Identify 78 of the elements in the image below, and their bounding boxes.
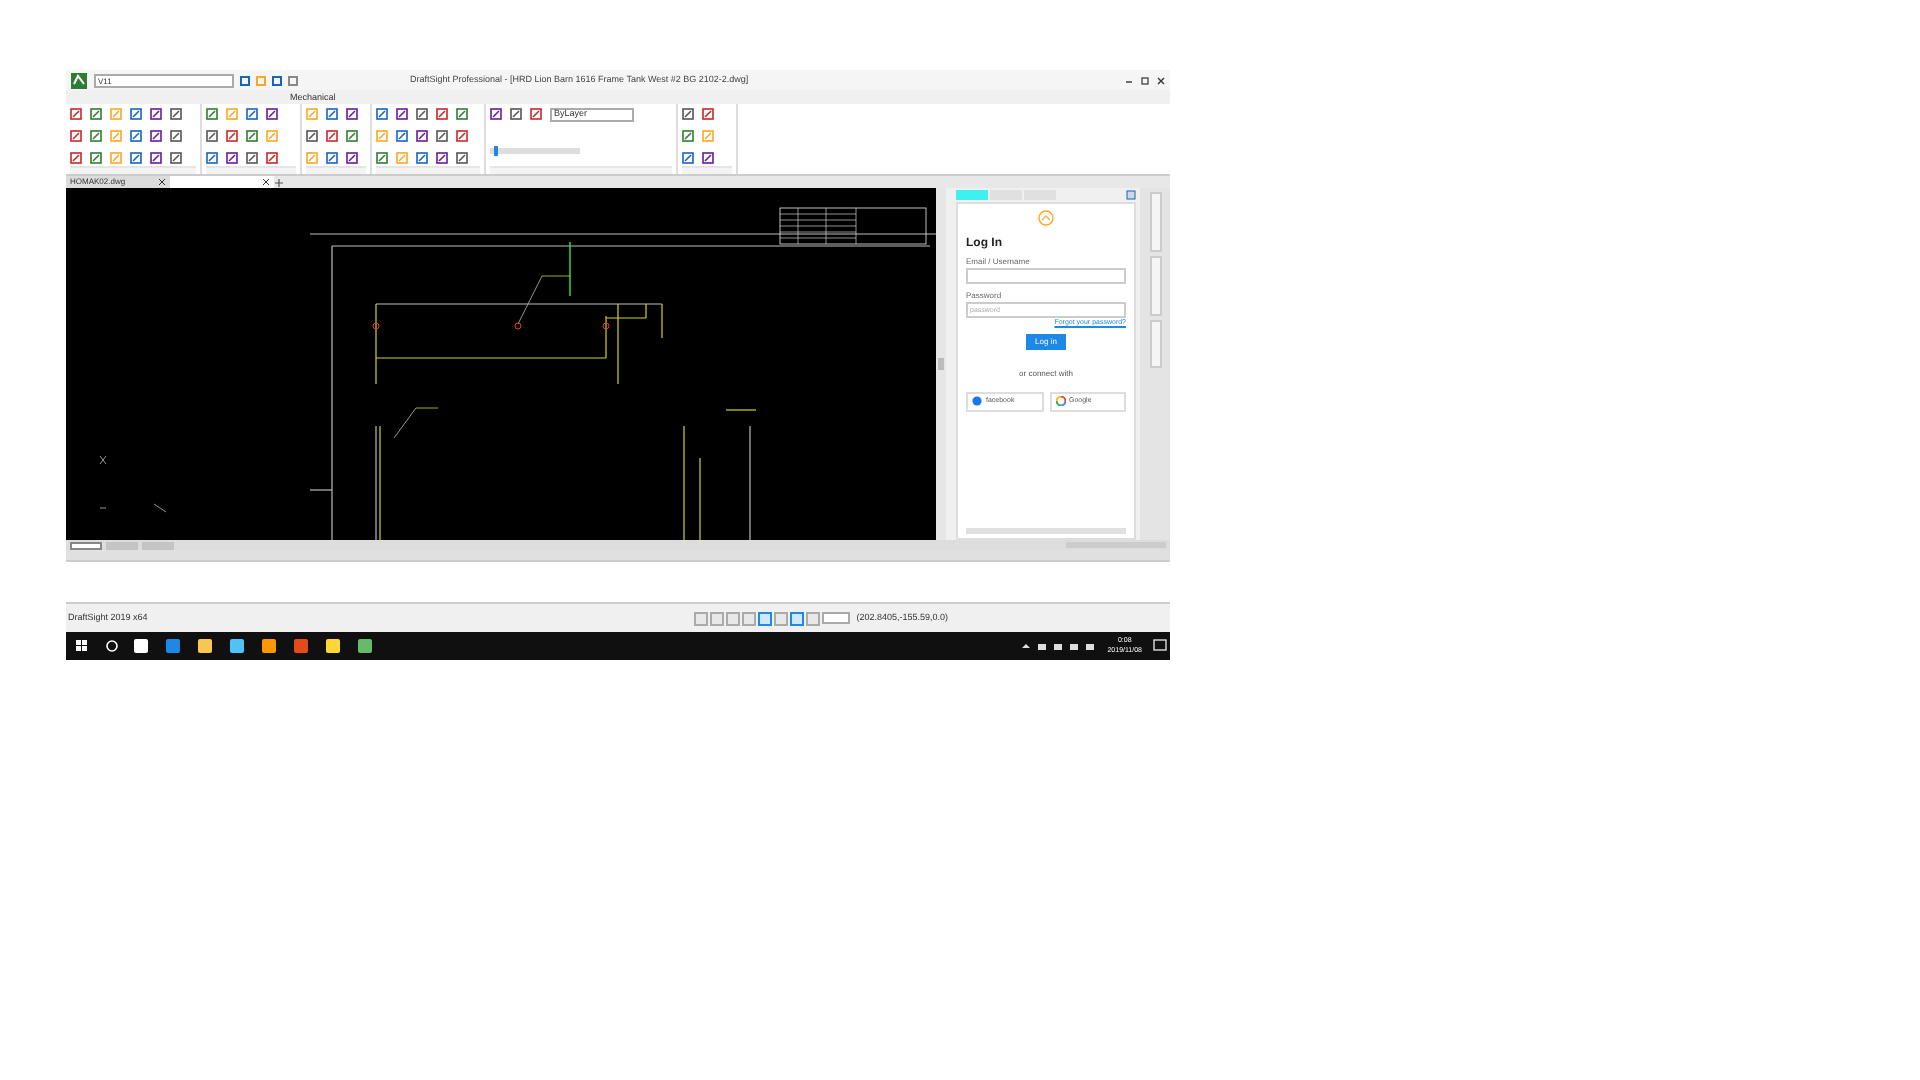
notification-icon[interactable] [1150, 636, 1170, 656]
tool-icon[interactable] [326, 130, 338, 142]
add-tab-icon[interactable] [274, 178, 284, 188]
status-toggle-button[interactable] [806, 611, 821, 625]
close-icon[interactable] [158, 178, 166, 186]
tool-icon[interactable] [206, 130, 218, 142]
app-logo-icon[interactable] [70, 71, 88, 89]
tool-icon[interactable] [396, 108, 408, 120]
tool-icon[interactable] [346, 152, 358, 164]
tool-icon[interactable] [266, 108, 278, 120]
tool-icon[interactable] [436, 152, 448, 164]
maximize-icon[interactable] [1140, 75, 1150, 85]
tool-icon[interactable] [246, 130, 258, 142]
tool-icon[interactable] [682, 108, 694, 120]
tool-icon[interactable] [682, 130, 694, 142]
system-tray-icons[interactable] [1019, 640, 1100, 652]
status-toggle-button[interactable] [694, 611, 709, 625]
facebook-icon [972, 396, 982, 406]
tool-icon[interactable] [226, 130, 238, 142]
tool-icon[interactable] [70, 108, 82, 120]
status-toggle-button[interactable] [726, 611, 741, 625]
tool-icon[interactable] [90, 152, 102, 164]
tool-icon[interactable] [416, 108, 428, 120]
tool-icon[interactable] [170, 152, 182, 164]
tool-icon[interactable] [206, 152, 218, 164]
close-icon[interactable] [262, 178, 270, 186]
tool-icon[interactable] [490, 108, 502, 120]
tool-icon[interactable] [416, 130, 428, 142]
panel-option-icon[interactable] [1126, 190, 1136, 200]
tool-icon[interactable] [90, 108, 102, 120]
tool-icon[interactable] [702, 108, 714, 120]
tool-icon[interactable] [70, 152, 82, 164]
tool-icon[interactable] [376, 152, 388, 164]
tool-icon[interactable] [266, 152, 278, 164]
status-toggle-button[interactable] [774, 611, 789, 625]
layout-tab[interactable] [70, 541, 102, 549]
tool-icon[interactable] [326, 152, 338, 164]
tool-icon[interactable] [150, 108, 162, 120]
tool-icon[interactable] [326, 108, 338, 120]
tool-icon[interactable] [170, 130, 182, 142]
tool-icon[interactable] [376, 108, 388, 120]
status-toggle-button[interactable] [710, 611, 725, 625]
status-toggle-button[interactable] [790, 611, 805, 625]
tool-icon[interactable] [346, 108, 358, 120]
tool-icon[interactable] [170, 108, 182, 120]
tool-icon[interactable] [150, 130, 162, 142]
tool-icon[interactable] [530, 108, 542, 120]
tool-icon[interactable] [130, 130, 142, 142]
google-icon [1055, 396, 1065, 406]
tool-icon[interactable] [70, 130, 82, 142]
tool-icon[interactable] [130, 152, 142, 164]
tool-icon[interactable] [510, 108, 522, 120]
tool-icon[interactable] [90, 130, 102, 142]
logo-icon [1038, 210, 1054, 226]
tool-icon[interactable] [306, 130, 318, 142]
slider-thumb[interactable] [494, 145, 499, 155]
tool-icon[interactable] [396, 130, 408, 142]
tool-icon[interactable] [682, 152, 694, 164]
tool-icon[interactable] [436, 130, 448, 142]
close-icon[interactable] [1156, 75, 1166, 85]
tool-icon[interactable] [206, 108, 218, 120]
tool-icon[interactable] [702, 152, 714, 164]
tool-icon[interactable] [130, 108, 142, 120]
minimize-icon[interactable] [1124, 75, 1134, 85]
tool-icon[interactable] [150, 152, 162, 164]
email-input-field[interactable] [966, 268, 1126, 284]
tool-icon[interactable] [246, 152, 258, 164]
tool-icon[interactable] [246, 108, 258, 120]
status-toggle-button[interactable] [758, 611, 773, 625]
tool-icon[interactable] [456, 152, 468, 164]
tool-icon[interactable] [346, 130, 358, 142]
vertical-scrollbar[interactable] [936, 188, 946, 540]
status-toggle-button[interactable] [742, 611, 757, 625]
tool-icon[interactable] [416, 152, 428, 164]
tool-icon[interactable] [226, 152, 238, 164]
tool-icon[interactable] [436, 108, 448, 120]
tool-icon[interactable] [456, 130, 468, 142]
tool-icon[interactable] [456, 108, 468, 120]
